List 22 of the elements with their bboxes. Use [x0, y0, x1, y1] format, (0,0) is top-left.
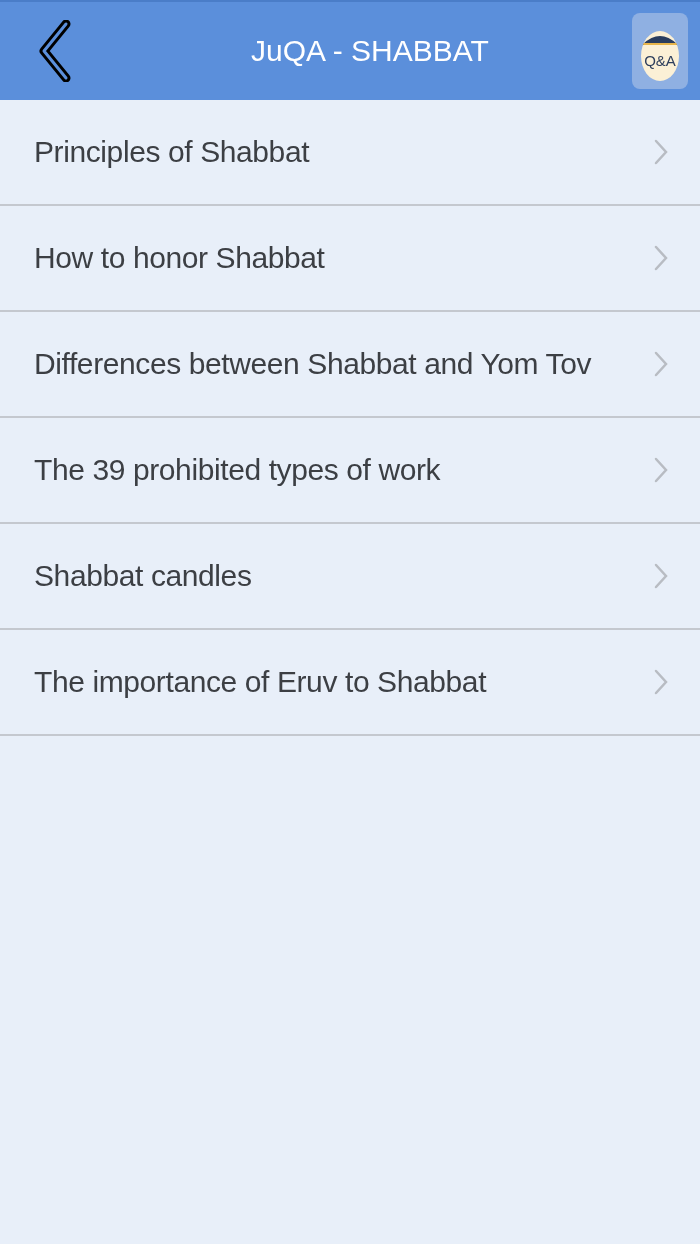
chevron-icon — [654, 139, 668, 165]
back-icon — [38, 20, 72, 82]
menu-item[interactable]: Principles of Shabbat — [0, 100, 700, 206]
chevron-icon — [654, 669, 668, 695]
item-label: The 39 prohibited types of work — [34, 453, 441, 487]
screen-title: JuQA - SHABBAT — [250, 34, 490, 68]
app-logo[interactable]: Q&A — [632, 13, 688, 89]
chevron-icon — [654, 351, 668, 377]
menu-item[interactable]: The importance of Eruv to Shabbat — [0, 630, 700, 736]
menu-item[interactable]: Shabbat candles — [0, 524, 700, 630]
chevron-icon — [654, 245, 668, 271]
menu-item[interactable]: Differences between Shabbat and Yom Tov — [0, 312, 700, 418]
item-label: How to honor Shabbat — [34, 241, 325, 275]
chevron-icon — [654, 457, 668, 483]
logo-text: Q&A — [644, 51, 676, 69]
menu-item[interactable]: The 39 prohibited types of work — [0, 418, 700, 524]
item-label: Principles of Shabbat — [34, 135, 310, 169]
menu-item[interactable]: How to honor Shabbat — [0, 206, 700, 312]
item-label: Differences between Shabbat and Yom Tov — [34, 347, 592, 381]
item-label: Shabbat candles — [34, 559, 252, 593]
chevron-icon — [654, 563, 668, 589]
item-label: The importance of Eruv to Shabbat — [34, 665, 487, 699]
